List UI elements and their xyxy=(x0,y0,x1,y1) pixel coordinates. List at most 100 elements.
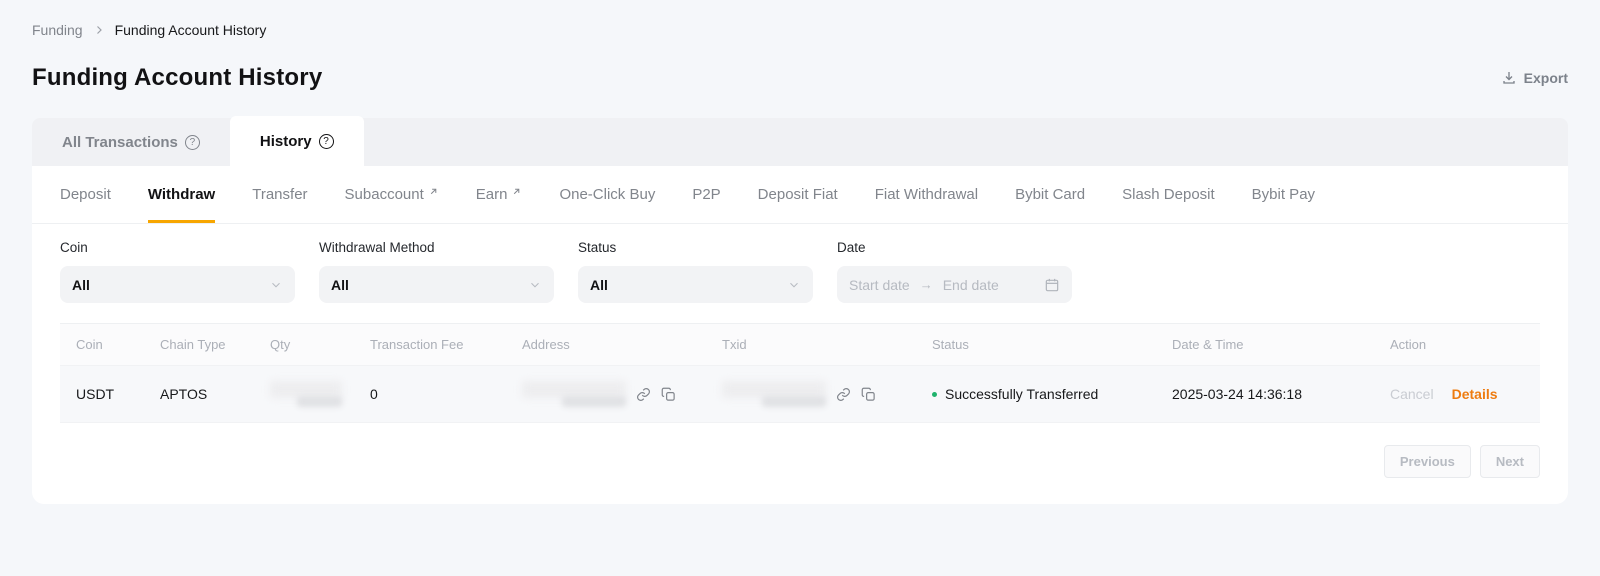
col-action: Action xyxy=(1390,337,1540,352)
copy-icon[interactable] xyxy=(661,387,676,402)
cell-qty-redacted xyxy=(270,381,370,407)
filter-status: Status All xyxy=(578,240,813,303)
redacted-address xyxy=(522,381,626,407)
link-icon[interactable] xyxy=(636,387,651,402)
subtab-bybit-pay[interactable]: Bybit Pay xyxy=(1252,166,1315,223)
col-chain-type: Chain Type xyxy=(160,337,270,352)
download-icon xyxy=(1501,70,1517,86)
subtab-label: Bybit Pay xyxy=(1252,186,1315,203)
tab-all-transactions[interactable]: All Transactions xyxy=(32,118,230,166)
subtab-earn[interactable]: Earn xyxy=(476,166,523,223)
success-dot-icon xyxy=(932,392,937,397)
subtab-label: Withdraw xyxy=(148,186,215,203)
col-transaction-fee: Transaction Fee xyxy=(370,337,522,352)
filter-withdrawal-method: Withdrawal Method All xyxy=(319,240,554,303)
history-type-nav: Deposit Withdraw Transfer Subaccount Ear… xyxy=(32,166,1568,224)
cell-address xyxy=(522,381,722,407)
withdrawal-method-select-value: All xyxy=(331,277,349,293)
col-date-time: Date & Time xyxy=(1172,337,1390,352)
subtab-withdraw[interactable]: Withdraw xyxy=(148,166,215,223)
breadcrumb-current: Funding Account History xyxy=(115,22,267,38)
cell-action: Cancel Details xyxy=(1390,386,1540,402)
cell-txid xyxy=(722,381,932,407)
date-range-picker[interactable]: Start date → End date xyxy=(837,266,1072,303)
title-row: Funding Account History Export xyxy=(32,64,1568,92)
start-date-placeholder[interactable]: Start date xyxy=(849,277,910,293)
status-select[interactable]: All xyxy=(578,266,813,303)
previous-button[interactable]: Previous xyxy=(1384,445,1471,478)
withdrawal-method-filter-label: Withdrawal Method xyxy=(319,240,554,255)
subtab-bybit-card[interactable]: Bybit Card xyxy=(1015,166,1085,223)
cell-transaction-fee: 0 xyxy=(370,386,522,402)
subtab-subaccount[interactable]: Subaccount xyxy=(345,166,439,223)
pagination: Previous Next xyxy=(60,445,1540,478)
col-qty: Qty xyxy=(270,337,370,352)
cell-status: Successfully Transferred xyxy=(932,386,1172,402)
subtab-label: P2P xyxy=(692,186,720,203)
subtab-deposit-fiat[interactable]: Deposit Fiat xyxy=(758,166,838,223)
arrow-up-right-icon xyxy=(428,186,439,197)
cancel-link[interactable]: Cancel xyxy=(1390,386,1434,402)
subtab-label: Bybit Card xyxy=(1015,186,1085,203)
export-button[interactable]: Export xyxy=(1501,70,1568,86)
subtab-one-click-buy[interactable]: One-Click Buy xyxy=(559,166,655,223)
export-label: Export xyxy=(1524,70,1568,86)
withdrawal-method-select[interactable]: All xyxy=(319,266,554,303)
tab-all-transactions-label: All Transactions xyxy=(62,134,178,151)
calendar-icon[interactable] xyxy=(1044,277,1060,293)
filter-date: Date Start date → End date xyxy=(837,240,1072,303)
filter-bar: Coin All Withdrawal Method All Status Al… xyxy=(32,224,1568,323)
subtab-deposit[interactable]: Deposit xyxy=(60,166,111,223)
col-status: Status xyxy=(932,337,1172,352)
status-filter-label: Status xyxy=(578,240,813,255)
link-icon[interactable] xyxy=(836,387,851,402)
status-text: Successfully Transferred xyxy=(945,386,1098,402)
page-title: Funding Account History xyxy=(32,64,322,92)
subtab-label: Deposit Fiat xyxy=(758,186,838,203)
funding-account-history-page: Funding Funding Account History Funding … xyxy=(0,0,1600,504)
redacted-txid xyxy=(722,381,826,407)
redacted-value xyxy=(270,381,342,407)
history-card: Deposit Withdraw Transfer Subaccount Ear… xyxy=(32,166,1568,504)
subtab-label: One-Click Buy xyxy=(559,186,655,203)
col-address: Address xyxy=(522,337,722,352)
arrow-up-right-icon xyxy=(511,186,522,197)
chevron-down-icon xyxy=(528,278,542,292)
cell-coin: USDT xyxy=(76,386,160,402)
subtab-p2p[interactable]: P2P xyxy=(692,166,720,223)
table-row: USDT APTOS 0 xyxy=(60,366,1540,423)
coin-select[interactable]: All xyxy=(60,266,295,303)
coin-filter-label: Coin xyxy=(60,240,295,255)
chevron-down-icon xyxy=(787,278,801,292)
cell-chain-type: APTOS xyxy=(160,386,270,402)
subtab-label: Deposit xyxy=(60,186,111,203)
tab-history-label: History xyxy=(260,133,312,150)
subtab-label: Transfer xyxy=(252,186,307,203)
subtab-label: Earn xyxy=(476,186,508,203)
chevron-down-icon xyxy=(269,278,283,292)
table-header-row: Coin Chain Type Qty Transaction Fee Addr… xyxy=(60,324,1540,366)
end-date-placeholder[interactable]: End date xyxy=(943,277,999,293)
col-coin: Coin xyxy=(76,337,160,352)
col-txid: Txid xyxy=(722,337,932,352)
chevron-right-icon xyxy=(93,24,105,36)
breadcrumb-funding[interactable]: Funding xyxy=(32,22,83,38)
help-icon[interactable] xyxy=(319,134,334,149)
subtab-slash-deposit[interactable]: Slash Deposit xyxy=(1122,166,1215,223)
details-link[interactable]: Details xyxy=(1452,386,1498,402)
help-icon[interactable] xyxy=(185,135,200,150)
date-filter-label: Date xyxy=(837,240,1072,255)
breadcrumb: Funding Funding Account History xyxy=(32,0,1568,38)
subtab-transfer[interactable]: Transfer xyxy=(252,166,307,223)
tab-history[interactable]: History xyxy=(230,116,364,166)
next-button[interactable]: Next xyxy=(1480,445,1540,478)
withdraw-history-table: Coin Chain Type Qty Transaction Fee Addr… xyxy=(60,323,1540,423)
status-select-value: All xyxy=(590,277,608,293)
cell-date-time: 2025-03-24 14:36:18 xyxy=(1172,386,1390,402)
subtab-label: Subaccount xyxy=(345,186,424,203)
subtab-label: Fiat Withdrawal xyxy=(875,186,978,203)
subtab-label: Slash Deposit xyxy=(1122,186,1215,203)
subtab-fiat-withdrawal[interactable]: Fiat Withdrawal xyxy=(875,166,978,223)
copy-icon[interactable] xyxy=(861,387,876,402)
filter-coin: Coin All xyxy=(60,240,295,303)
